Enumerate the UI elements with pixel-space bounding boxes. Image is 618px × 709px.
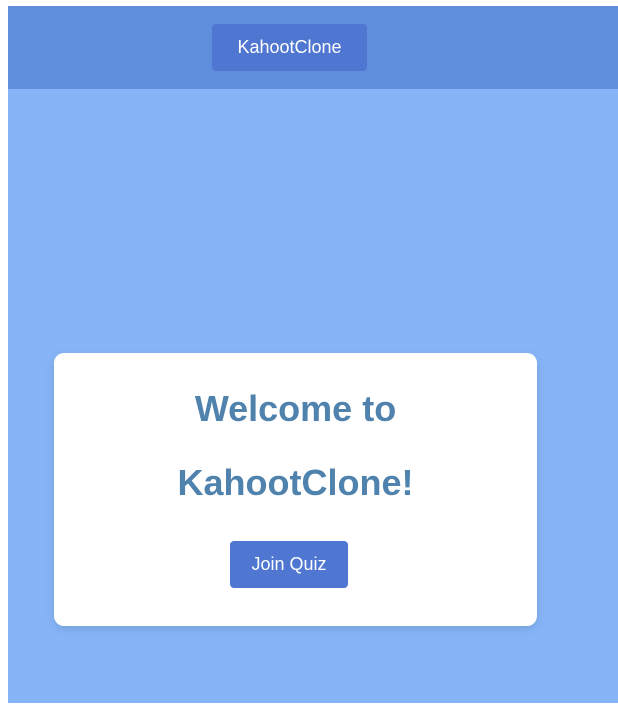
top-navigation-bar: KahootClone [8, 6, 618, 89]
welcome-card: Welcome to KahootClone! Join Quiz [54, 353, 537, 626]
join-quiz-button[interactable]: Join Quiz [230, 541, 348, 588]
welcome-title-line-1: Welcome to [194, 388, 397, 429]
app-screen: KahootClone Welcome to KahootClone! Join… [8, 6, 618, 703]
welcome-title-line-2: KahootClone! [177, 462, 414, 503]
kahootclone-home-button[interactable]: KahootClone [212, 24, 367, 71]
